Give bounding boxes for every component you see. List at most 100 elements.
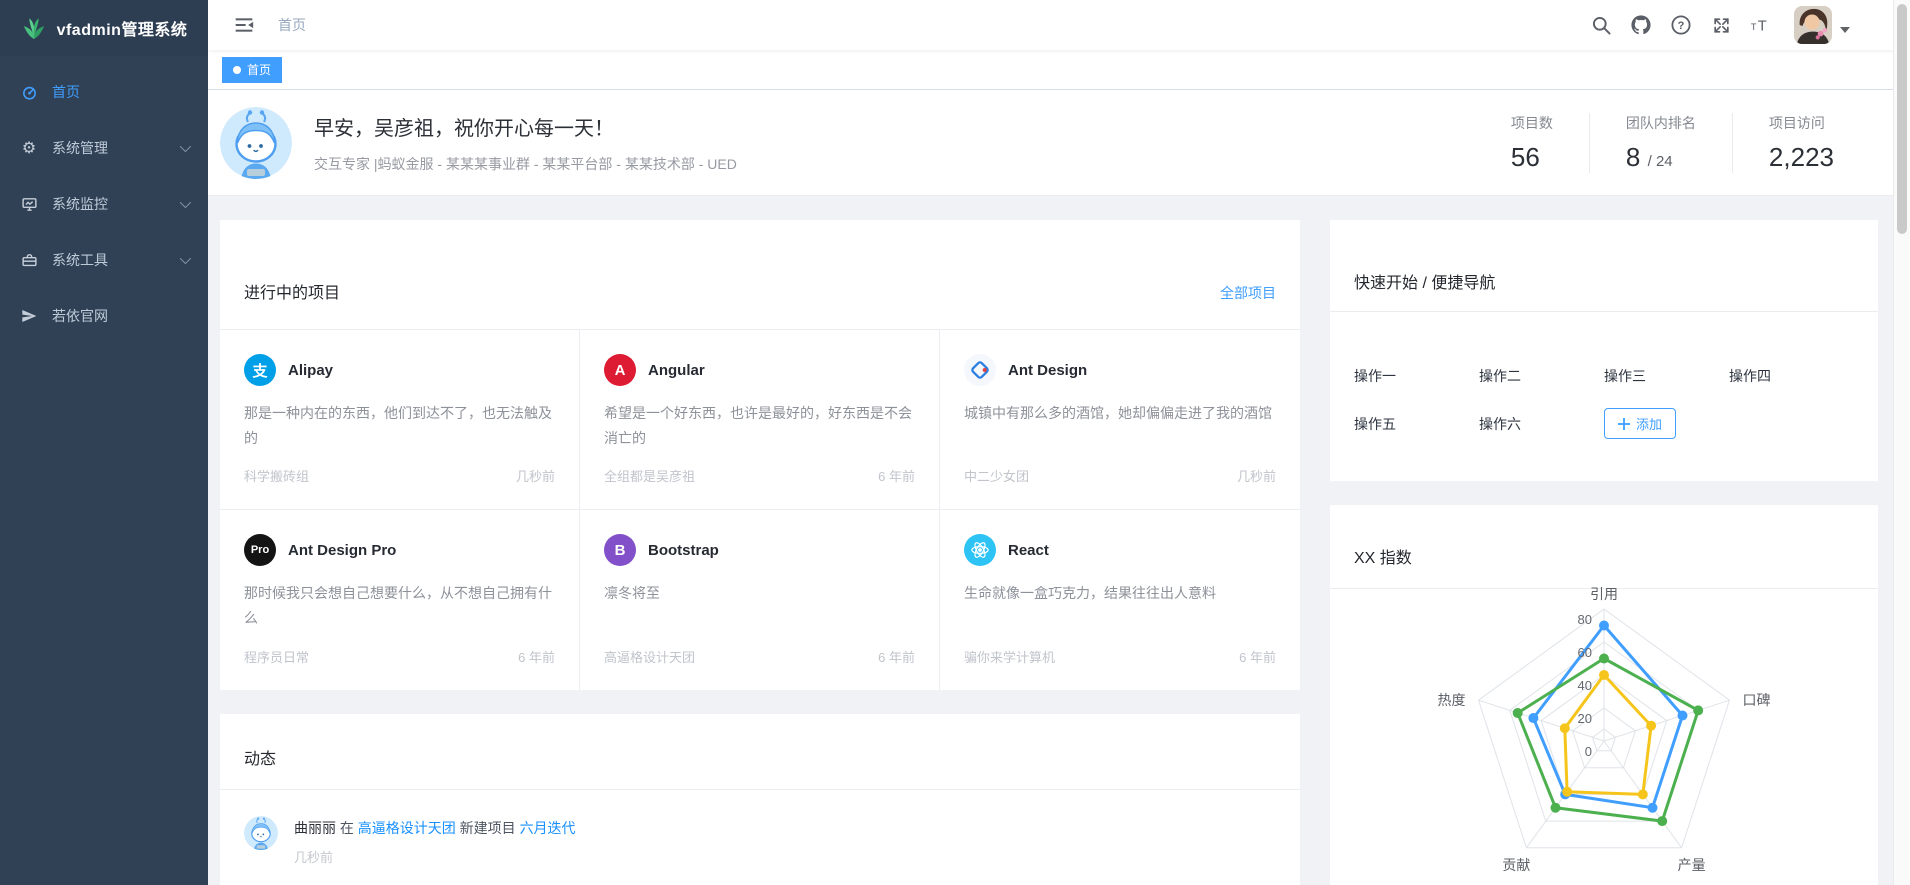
sidebar-menu: 首页 ⚙ 系统管理 系统监控 系统工具 若依官网 bbox=[0, 56, 208, 344]
toolbox-icon bbox=[20, 251, 38, 269]
projects-panel-title: 进行中的项目 bbox=[244, 279, 340, 303]
project-group[interactable]: 程序员日常 bbox=[244, 647, 309, 666]
project-name[interactable]: Ant Design bbox=[1008, 362, 1087, 379]
github-icon[interactable] bbox=[1624, 8, 1658, 42]
project-name[interactable]: React bbox=[1008, 542, 1049, 559]
add-button[interactable]: 添加 bbox=[1604, 408, 1676, 439]
plant-logo-icon bbox=[21, 15, 47, 41]
svg-text:?: ? bbox=[1678, 20, 1685, 32]
radar-chart: 020406080引用口碑产量贡献热度 bbox=[1330, 589, 1878, 885]
greeting-subtitle: 交互专家 |蚂蚁金服 - 某某某事业群 - 某某平台部 - 某某技术部 - UE… bbox=[314, 154, 737, 174]
project-card-bootstrap[interactable]: B Bootstrap 凛冬将至 高逼格设计天团 6 年前 bbox=[580, 510, 940, 690]
quicknav-link-4[interactable]: 操作四 bbox=[1729, 366, 1854, 386]
projects-panel: 进行中的项目 全部项目 支 Alipay 那是一种内在的东西，他们到达不了，也无… bbox=[220, 220, 1300, 690]
page-scrollbar bbox=[1893, 0, 1910, 885]
paper-plane-icon bbox=[20, 307, 38, 325]
stat-label: 项目访问 bbox=[1769, 113, 1834, 133]
caret-down-icon bbox=[1840, 27, 1850, 33]
scrollbar-thumb[interactable] bbox=[1897, 4, 1907, 234]
stat-visits: 项目访问 2,223 bbox=[1732, 113, 1870, 173]
gear-icon: ⚙ bbox=[20, 139, 38, 157]
svg-text:口碑: 口碑 bbox=[1743, 692, 1771, 708]
all-projects-link[interactable]: 全部项目 bbox=[1220, 283, 1276, 303]
project-card-alipay[interactable]: 支 Alipay 那是一种内在的东西，他们到达不了，也无法触及的 科学搬砖组几秒… bbox=[220, 330, 580, 510]
project-name[interactable]: Angular bbox=[648, 362, 705, 379]
project-time: 6 年前 bbox=[878, 647, 915, 666]
stat-suffix: / 24 bbox=[1648, 153, 1673, 170]
stat-team-rank: 团队内排名 8 / 24 bbox=[1589, 113, 1732, 173]
greeting-title: 早安，吴彦祖，祝你开心每一天！ bbox=[314, 112, 737, 141]
project-time: 几秒前 bbox=[516, 466, 555, 485]
project-group[interactable]: 中二少女团 bbox=[964, 466, 1029, 485]
project-time: 6 年前 bbox=[518, 647, 555, 666]
quicknav-link-6[interactable]: 操作六 bbox=[1479, 414, 1604, 434]
project-card-react[interactable]: React 生命就像一盒巧克力，结果往往出人意料 骗你来学计算机6 年前 bbox=[940, 510, 1300, 690]
font-size-icon[interactable]: TT bbox=[1744, 8, 1778, 42]
welcome-avatar bbox=[220, 107, 292, 179]
activity-group-link[interactable]: 高逼格设计天团 bbox=[358, 820, 456, 836]
stat-label: 项目数 bbox=[1511, 113, 1553, 133]
sidebar-item-label: 系统工具 bbox=[52, 250, 108, 270]
project-group[interactable]: 骗你来学计算机 bbox=[964, 647, 1055, 666]
stat-value: 2,223 bbox=[1769, 142, 1834, 173]
sidebar-item-official-site[interactable]: 若依官网 bbox=[0, 288, 208, 344]
bootstrap-icon: B bbox=[604, 534, 636, 566]
project-desc: 凛冬将至 bbox=[604, 581, 915, 631]
ant-design-icon bbox=[964, 354, 996, 386]
quicknav-link-1[interactable]: 操作一 bbox=[1354, 366, 1479, 386]
activity-project-link[interactable]: 六月迭代 bbox=[520, 820, 576, 836]
svg-text:T: T bbox=[1758, 19, 1767, 35]
project-name[interactable]: Bootstrap bbox=[648, 542, 719, 559]
project-group[interactable]: 高逼格设计天团 bbox=[604, 647, 695, 666]
index-panel-title: XX 指数 bbox=[1354, 544, 1412, 568]
fullscreen-icon[interactable] bbox=[1704, 8, 1738, 42]
project-name[interactable]: Ant Design Pro bbox=[288, 542, 396, 559]
svg-text:60: 60 bbox=[1578, 645, 1592, 660]
svg-text:贡献: 贡献 bbox=[1502, 857, 1530, 873]
help-icon[interactable]: ? bbox=[1664, 8, 1698, 42]
sidebar-item-system-tools[interactable]: 系统工具 bbox=[0, 232, 208, 288]
quicknav-panel-title: 快速开始 / 便捷导航 bbox=[1354, 269, 1495, 293]
sidebar: vfadmin管理系统 首页 ⚙ 系统管理 系统监控 系统工具 bbox=[0, 0, 208, 885]
sidebar-item-system-monitor[interactable]: 系统监控 bbox=[0, 176, 208, 232]
plus-icon bbox=[1618, 418, 1630, 430]
quicknav-link-2[interactable]: 操作二 bbox=[1479, 366, 1604, 386]
project-time: 6 年前 bbox=[1239, 647, 1276, 666]
project-name[interactable]: Alipay bbox=[288, 362, 333, 379]
app-logo[interactable]: vfadmin管理系统 bbox=[0, 0, 208, 56]
svg-text:80: 80 bbox=[1578, 612, 1592, 627]
project-card-ant-design[interactable]: Ant Design 城镇中有那么多的酒馆，她却偏偏走进了我的酒馆 中二少女团几… bbox=[940, 330, 1300, 510]
top-navbar: 首页 ? TT bbox=[208, 0, 1910, 50]
project-card-angular[interactable]: A Angular 希望是一个好东西，也许是最好的，好东西是不会消亡的 全组都是… bbox=[580, 330, 940, 510]
activity-user[interactable]: 曲丽丽 bbox=[294, 820, 336, 836]
sidebar-item-home[interactable]: 首页 bbox=[0, 64, 208, 120]
collapse-sidebar-icon[interactable] bbox=[224, 9, 264, 41]
sidebar-item-label: 首页 bbox=[52, 82, 80, 102]
project-time: 6 年前 bbox=[878, 466, 915, 485]
tag-home[interactable]: 首页 bbox=[222, 57, 282, 83]
search-icon[interactable] bbox=[1584, 8, 1618, 42]
activity-text: 曲丽丽 在 高逼格设计天团 新建项目 六月迭代 bbox=[294, 816, 576, 838]
project-desc: 希望是一个好东西，也许是最好的，好东西是不会消亡的 bbox=[604, 401, 915, 451]
quicknav-link-5[interactable]: 操作五 bbox=[1354, 414, 1479, 434]
project-group[interactable]: 科学搬砖组 bbox=[244, 466, 309, 485]
monitor-icon bbox=[20, 195, 38, 213]
index-chart-panel: XX 指数 020406080引用口碑产量贡献热度 bbox=[1330, 505, 1878, 885]
project-card-ant-design-pro[interactable]: Pro Ant Design Pro 那时候我只会想自己想要什么，从不想自己拥有… bbox=[220, 510, 580, 690]
dashboard-icon bbox=[20, 83, 38, 101]
navbar-actions: ? TT bbox=[1584, 6, 1894, 44]
user-menu[interactable] bbox=[1794, 6, 1850, 44]
chevron-down-icon bbox=[180, 141, 191, 152]
user-avatar[interactable] bbox=[1794, 6, 1832, 44]
activity-time: 几秒前 bbox=[294, 847, 576, 866]
project-group[interactable]: 全组都是吴彦祖 bbox=[604, 466, 695, 485]
sidebar-item-label: 系统管理 bbox=[52, 138, 108, 158]
app-title: vfadmin管理系统 bbox=[57, 16, 188, 40]
svg-text:热度: 热度 bbox=[1437, 692, 1465, 708]
svg-text:引用: 引用 bbox=[1590, 586, 1618, 602]
welcome-text: 早安，吴彦祖，祝你开心每一天！ 交互专家 |蚂蚁金服 - 某某某事业群 - 某某… bbox=[314, 112, 737, 174]
breadcrumb[interactable]: 首页 bbox=[278, 15, 306, 35]
quicknav-link-3[interactable]: 操作三 bbox=[1604, 366, 1729, 386]
chevron-down-icon bbox=[180, 253, 191, 264]
sidebar-item-system-manage[interactable]: ⚙ 系统管理 bbox=[0, 120, 208, 176]
